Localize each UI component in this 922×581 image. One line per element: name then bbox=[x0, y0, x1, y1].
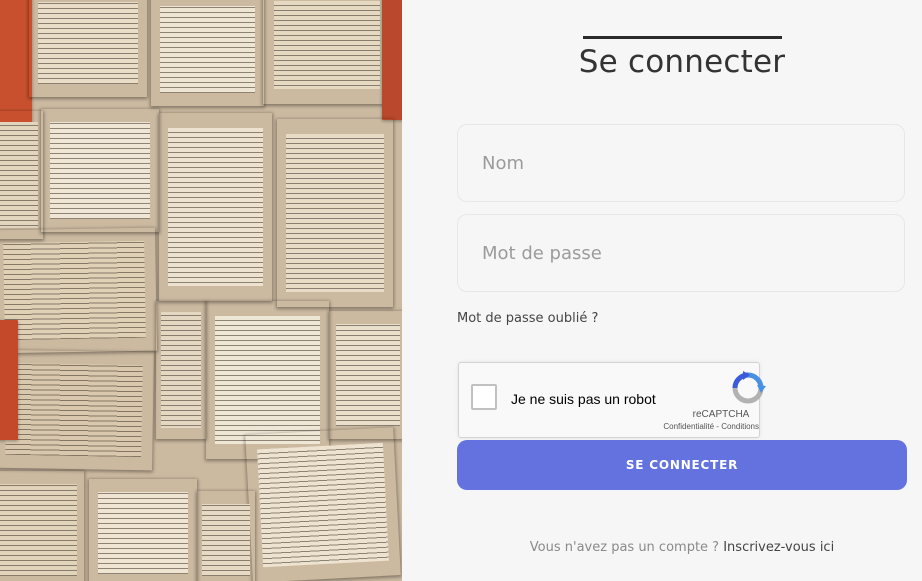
signup-prompt: Vous n'avez pas un compte ? Inscrivez-vo… bbox=[457, 540, 907, 555]
recaptcha-widget: Je ne suis pas un robot reCAPTCHA Confid… bbox=[458, 362, 766, 438]
name-input[interactable] bbox=[457, 124, 905, 202]
book-cover-red bbox=[0, 320, 18, 440]
recaptcha-label: Je ne suis pas un robot bbox=[511, 391, 656, 407]
recaptcha-links: Confidentialité - Conditions bbox=[649, 422, 759, 431]
book-page bbox=[0, 110, 44, 240]
signup-prompt-text: Vous n'avez pas un compte ? bbox=[529, 540, 720, 555]
recaptcha-brand: reCAPTCHA bbox=[692, 409, 750, 420]
title-rule bbox=[583, 36, 782, 39]
password-input[interactable] bbox=[457, 214, 905, 292]
book-page bbox=[0, 470, 85, 581]
book-page bbox=[0, 226, 159, 355]
books-background-image bbox=[0, 0, 402, 581]
login-panel: Se connecter Mot de passe oublié ? Je ne… bbox=[402, 0, 922, 581]
book-page bbox=[150, 0, 265, 107]
book-page bbox=[244, 426, 402, 581]
page-title: Se connecter bbox=[578, 44, 786, 80]
book-page bbox=[276, 118, 394, 308]
signup-link[interactable]: Inscrivez-vous ici bbox=[723, 540, 834, 555]
book-page bbox=[262, 0, 392, 105]
recaptcha-checkbox[interactable] bbox=[471, 384, 497, 410]
forgot-password-link[interactable]: Mot de passe oublié ? bbox=[457, 311, 598, 326]
recaptcha-terms-link[interactable]: Conditions bbox=[721, 422, 759, 431]
recaptcha-logo-icon bbox=[732, 371, 766, 404]
book-page bbox=[328, 310, 402, 440]
book-page bbox=[196, 490, 256, 581]
book-page bbox=[158, 112, 273, 302]
book-cover-red bbox=[382, 0, 402, 120]
login-button[interactable]: SE CONNECTER bbox=[457, 440, 907, 490]
recaptcha-privacy-link[interactable]: Confidentialité bbox=[663, 422, 714, 431]
book-page bbox=[0, 348, 156, 472]
book-page bbox=[155, 300, 207, 440]
book-page bbox=[28, 0, 148, 98]
book-page bbox=[40, 108, 160, 233]
book-page bbox=[88, 478, 198, 581]
